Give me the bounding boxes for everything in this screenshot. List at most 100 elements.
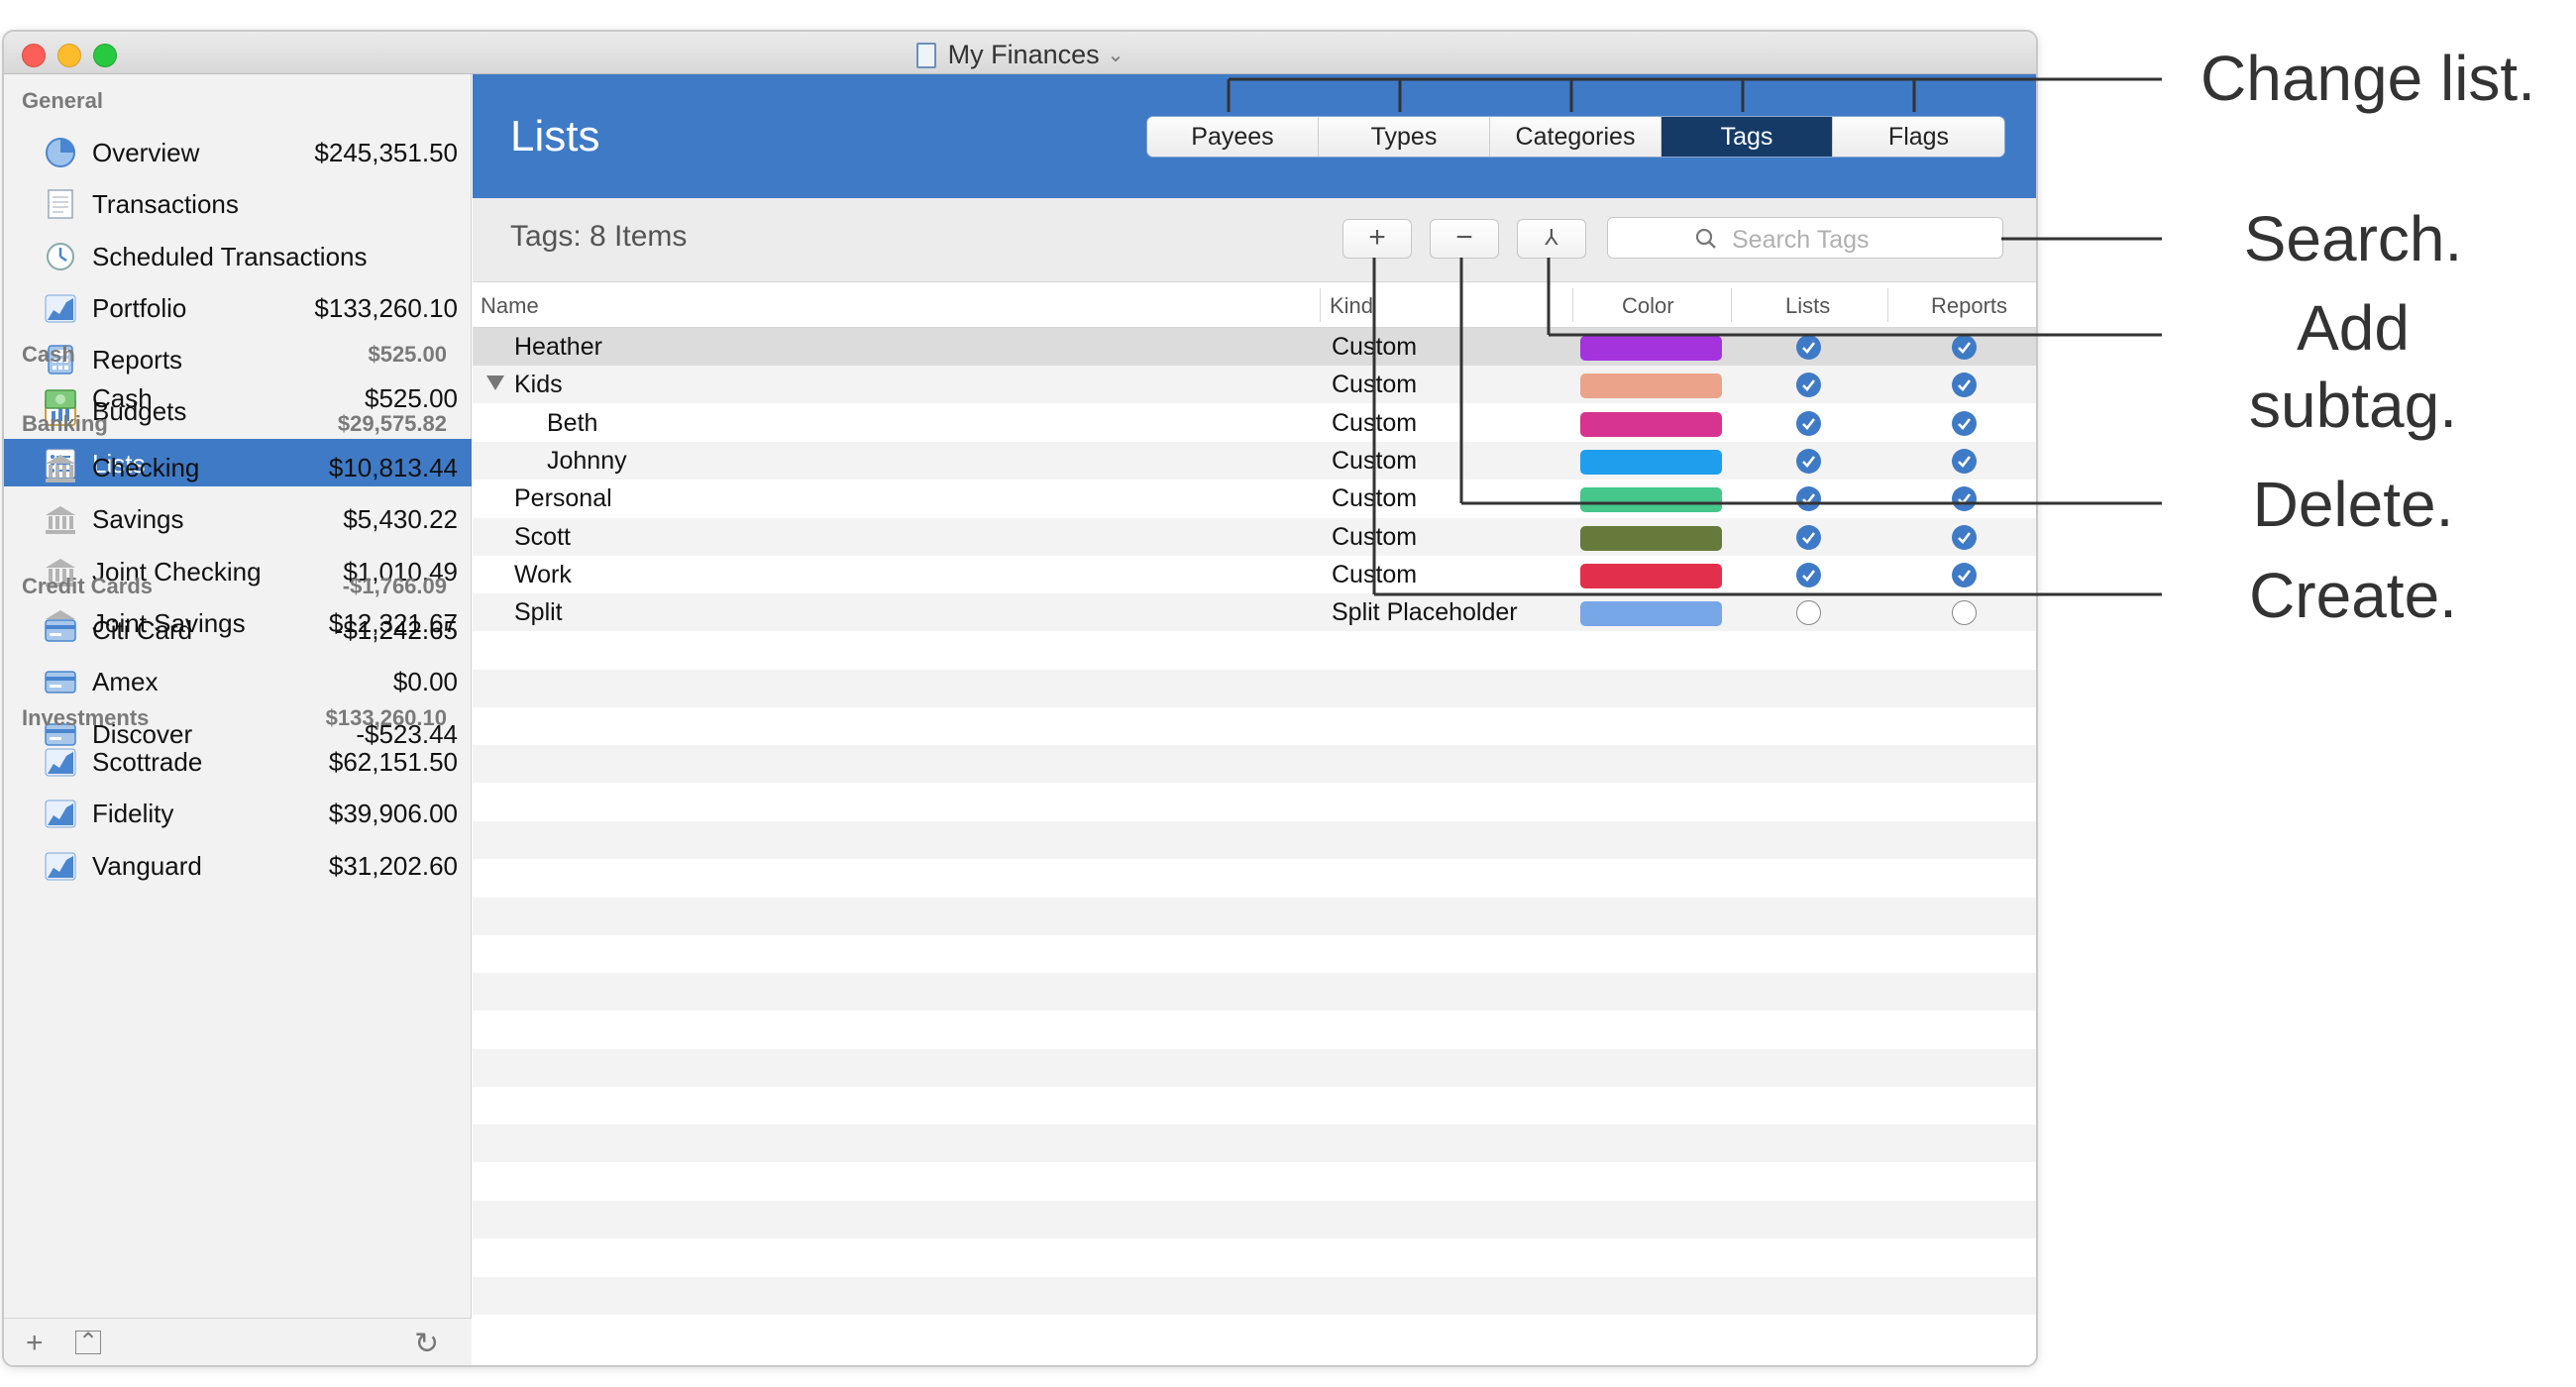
lists-checkbox[interactable]	[1796, 335, 1821, 360]
reports-checkbox[interactable]	[1952, 448, 1977, 474]
collapse-button[interactable]: ⌃	[75, 1331, 101, 1354]
tab-tags[interactable]: Tags	[1662, 117, 1833, 157]
table-row[interactable]: Scott Custom	[473, 517, 2036, 556]
empty-row	[473, 820, 2036, 859]
sidebar-item-savings[interactable]: Savings $5,430.22	[4, 494, 472, 542]
refresh-icon[interactable]: ↻	[414, 1327, 439, 1361]
title-bar: My Finances ⌄	[4, 32, 2036, 74]
sidebar-item-label: Amex	[92, 667, 159, 697]
lists-checkbox[interactable]	[1796, 524, 1821, 550]
tag-color-swatch[interactable]	[1580, 563, 1722, 588]
sidebar-item-label: Savings	[92, 504, 184, 535]
tag-name: Kids	[514, 371, 563, 399]
tag-name: Work	[514, 560, 572, 588]
empty-row	[473, 1011, 2036, 1048]
sidebar-item-label: Vanguard	[92, 850, 202, 881]
sidebar-item-amex[interactable]: Amex $0.00	[4, 657, 472, 704]
table-row[interactable]: Johnny Custom	[473, 441, 2036, 480]
reports-checkbox[interactable]	[1952, 524, 1977, 550]
sidebar-item-transactions[interactable]: Transactions	[4, 179, 472, 227]
lists-header: Lists Payees Types Categories Tags Flags	[473, 74, 2036, 198]
tab-payees[interactable]: Payees	[1147, 117, 1319, 157]
lists-checkbox[interactable]	[1796, 600, 1821, 626]
tag-name: Split	[514, 598, 563, 627]
reports-checkbox[interactable]	[1952, 373, 1977, 398]
tag-color-swatch[interactable]	[1580, 525, 1722, 551]
lists-checkbox[interactable]	[1796, 562, 1821, 587]
tab-types[interactable]: Types	[1319, 117, 1490, 157]
window-title[interactable]: My Finances ⌄	[4, 40, 2036, 70]
column-divider	[1731, 288, 1732, 322]
lists-checkbox[interactable]	[1796, 486, 1821, 512]
sidebar-item-vanguard[interactable]: Vanguard $31,202.60	[4, 841, 472, 889]
column-divider	[1320, 288, 1321, 322]
tag-kind: Custom	[1332, 522, 1418, 551]
column-divider	[1887, 288, 1888, 322]
chevron-down-icon: ⌄	[1107, 45, 1125, 66]
column-header-lists[interactable]: Lists	[1785, 293, 1830, 319]
toolbar: Tags: 8 Items + − ⅄ Search Tags	[473, 198, 2036, 282]
empty-row	[473, 1087, 2036, 1124]
sidebar-section-cash: Cash	[22, 342, 75, 367]
table-row[interactable]: Personal Custom	[473, 480, 2036, 517]
line-chart-icon	[44, 850, 77, 882]
tag-color-swatch[interactable]	[1580, 373, 1722, 399]
add-account-button[interactable]: +	[26, 1327, 44, 1360]
sidebar-item-checking[interactable]: Checking $10,813.44	[4, 443, 472, 490]
empty-row	[473, 745, 2036, 784]
sidebar-section-credit: Credit Cards	[22, 574, 154, 598]
reports-checkbox[interactable]	[1952, 600, 1977, 626]
empty-row	[473, 1048, 2036, 1087]
empty-row	[473, 1238, 2036, 1276]
add-subtag-button[interactable]: ⅄	[1517, 219, 1586, 259]
empty-row	[473, 707, 2036, 745]
table-row[interactable]: Heather Custom	[473, 328, 2036, 366]
table-row[interactable]: Beth Custom	[473, 404, 2036, 442]
sidebar-item-label: Checking	[92, 453, 200, 482]
sidebar-item-citi-card[interactable]: Citi Card -$1,242.65	[4, 605, 472, 653]
search-placeholder: Search Tags	[1732, 226, 1870, 254]
callout-change-list: Change list.	[2200, 43, 2535, 114]
column-header-name[interactable]: Name	[481, 293, 539, 319]
column-header-reports[interactable]: Reports	[1931, 293, 2007, 319]
table-row[interactable]: Split Split Placeholder	[473, 593, 2036, 632]
tag-kind: Custom	[1332, 371, 1418, 399]
page-title: Lists	[510, 112, 600, 160]
tag-kind: Custom	[1332, 408, 1418, 437]
reports-checkbox[interactable]	[1952, 562, 1977, 587]
sidebar-item-fidelity[interactable]: Fidelity $39,906.00	[4, 789, 472, 836]
callout-delete: Delete.	[2252, 469, 2454, 540]
empty-row	[473, 973, 2036, 1012]
search-tags-input[interactable]: Search Tags	[1607, 217, 2003, 259]
lists-checkbox[interactable]	[1796, 373, 1821, 398]
table-row[interactable]: Kids Custom	[473, 366, 2036, 404]
table-row[interactable]: Work Custom	[473, 556, 2036, 593]
delete-tag-button[interactable]: −	[1430, 219, 1499, 259]
sidebar-item-overview[interactable]: Overview $245,351.50	[4, 128, 472, 175]
tab-categories[interactable]: Categories	[1490, 117, 1662, 157]
sidebar-item-portfolio[interactable]: Portfolio $133,260.10	[4, 283, 472, 331]
sidebar-section-total: $525.00	[368, 342, 447, 367]
column-header-kind[interactable]: Kind	[1330, 293, 1376, 319]
create-tag-button[interactable]: +	[1342, 219, 1412, 259]
tag-color-swatch[interactable]	[1580, 449, 1722, 475]
lists-checkbox[interactable]	[1796, 410, 1821, 436]
pie-chart-icon	[44, 137, 77, 168]
tag-color-swatch[interactable]	[1580, 487, 1722, 513]
tag-color-swatch[interactable]	[1580, 336, 1722, 361]
document-icon	[915, 43, 936, 68]
sidebar-section-investments: Investments	[22, 705, 150, 730]
lists-checkbox[interactable]	[1796, 448, 1821, 474]
tag-color-swatch[interactable]	[1580, 411, 1722, 437]
sidebar-item-scheduled-transactions[interactable]: Scheduled Transactions	[4, 232, 472, 279]
reports-checkbox[interactable]	[1952, 335, 1977, 360]
list-type-tabs: Payees Types Categories Tags Flags	[1146, 116, 2005, 158]
tag-kind: Split Placeholder	[1332, 598, 1518, 627]
reports-checkbox[interactable]	[1952, 410, 1977, 436]
column-header-color[interactable]: Color	[1622, 293, 1674, 319]
reports-checkbox[interactable]	[1952, 486, 1977, 512]
disclosure-triangle-icon[interactable]	[486, 375, 504, 391]
tab-flags[interactable]: Flags	[1833, 117, 2004, 157]
tag-color-swatch[interactable]	[1580, 601, 1722, 627]
sidebar-item-scottrade[interactable]: Scottrade $62,151.50	[4, 737, 472, 785]
